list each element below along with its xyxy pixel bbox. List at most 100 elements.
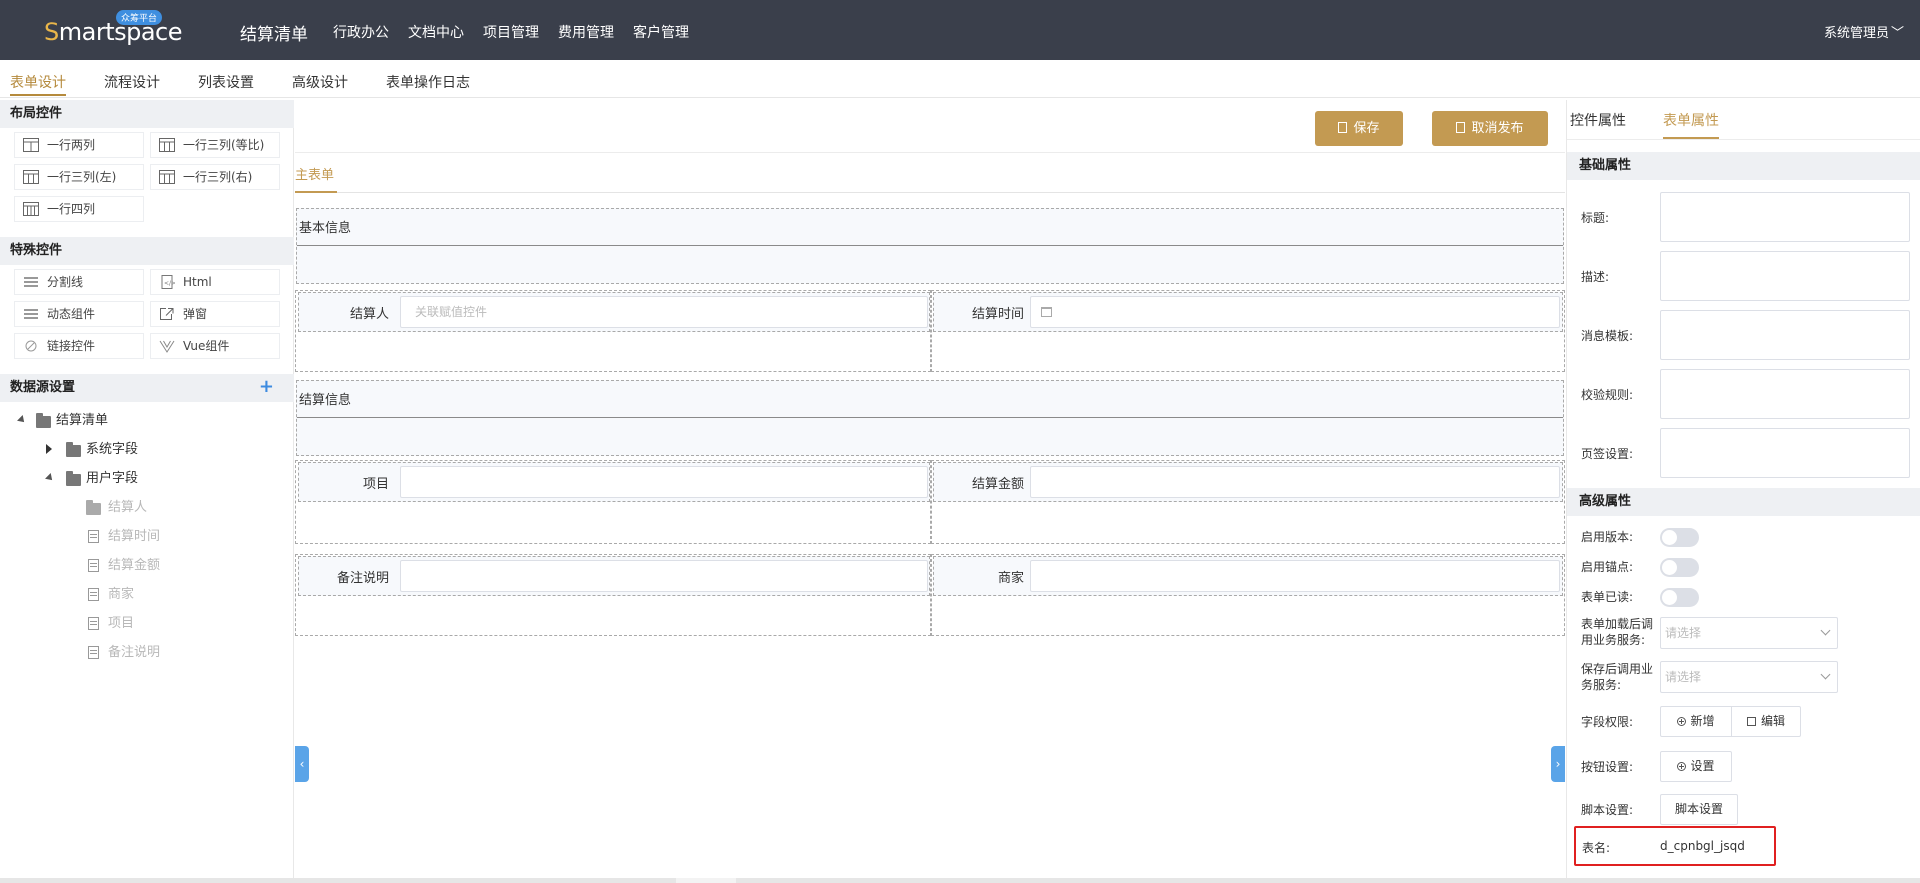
button-settings-button[interactable]: 设置 <box>1660 751 1732 782</box>
enable-version-toggle[interactable] <box>1660 528 1699 547</box>
group-title: 基本信息 <box>299 221 352 236</box>
control-divider[interactable]: 分割线 <box>14 269 144 295</box>
control-dynamic-component[interactable]: 动态组件 <box>14 301 144 327</box>
control-label: 弹窗 <box>183 307 208 321</box>
control-vue-component[interactable]: Vue组件 <box>150 333 280 359</box>
add-field-permission-button[interactable]: 新增 <box>1660 706 1732 737</box>
tab-flow-design[interactable]: 流程设计 <box>104 72 160 92</box>
plus-circle-icon <box>1677 717 1687 726</box>
layout-controls-header: 布局控件 <box>0 100 294 128</box>
field-settle-time[interactable]: 结算时间 <box>933 292 1563 332</box>
horizontal-scrollbar[interactable] <box>0 878 1920 883</box>
form-read-toggle[interactable] <box>1660 588 1699 607</box>
button-label: 取消发布 <box>1471 121 1524 136</box>
control-popup[interactable]: 弹窗 <box>150 301 280 327</box>
nav-item-docs[interactable]: 文档中心 <box>408 22 464 42</box>
nav-item-projects[interactable]: 项目管理 <box>483 22 539 42</box>
special-controls-header: 特殊控件 <box>0 237 294 265</box>
caret-expanded-icon[interactable] <box>17 415 27 425</box>
merchant-input[interactable] <box>1030 560 1560 592</box>
field-remark[interactable]: 备注说明 <box>298 556 930 596</box>
project-input[interactable] <box>400 466 928 498</box>
tab-advanced-design[interactable]: 高级设计 <box>292 72 348 92</box>
control-two-columns[interactable]: 一行两列 <box>14 132 144 158</box>
settle-time-datepicker[interactable] <box>1030 296 1560 328</box>
properties-panel: 控件属性 表单属性 基础属性 标题: 描述: 消息模板: 校验规则: 页签设置:… <box>1566 100 1920 883</box>
tab-main-form[interactable]: 主表单 <box>295 164 334 183</box>
prop-label: 启用版本: <box>1581 530 1634 544</box>
columns-icon <box>23 202 39 216</box>
field-label: 项目 <box>362 477 389 492</box>
message-template-field[interactable] <box>1660 310 1910 360</box>
tab-divider <box>295 192 1565 193</box>
validation-rules-field[interactable] <box>1660 369 1910 419</box>
group-title: 结算信息 <box>299 393 352 408</box>
group-basic-info[interactable]: 基本信息 <box>296 208 1564 284</box>
control-four-columns[interactable]: 一行四列 <box>14 196 144 222</box>
tab-control-properties[interactable]: 控件属性 <box>1570 110 1626 130</box>
field-merchant[interactable]: 商家 <box>933 556 1563 596</box>
edit-field-permission-button[interactable]: 编辑 <box>1731 706 1801 737</box>
save-service-select[interactable]: 请选择 <box>1660 661 1838 693</box>
collapse-left-panel-button[interactable]: ‹ <box>295 746 309 782</box>
amount-input[interactable] <box>1030 466 1560 498</box>
script-settings-button[interactable]: 脚本设置 <box>1660 794 1738 825</box>
basic-properties-header: 基础属性 <box>1567 152 1920 180</box>
settler-input[interactable]: 关联赋值控件 <box>400 296 928 328</box>
select-placeholder: 请选择 <box>1665 670 1702 684</box>
edit-icon <box>1746 717 1756 726</box>
control-three-columns-right[interactable]: 一行三列(右) <box>150 164 280 190</box>
chevron-down-icon <box>1820 669 1831 680</box>
prop-label: 页签设置: <box>1581 447 1634 461</box>
add-datasource-icon[interactable]: + <box>259 374 274 400</box>
tab-form-properties[interactable]: 表单属性 <box>1663 110 1719 130</box>
nav-item-customers[interactable]: 客户管理 <box>633 22 689 42</box>
field-label: 结算金额 <box>971 477 1024 492</box>
nav-item-expenses[interactable]: 费用管理 <box>558 22 614 42</box>
table-name-value: d_cpnbgl_jsqd <box>1660 839 1745 853</box>
group-settlement-info[interactable]: 结算信息 <box>296 380 1564 456</box>
user-menu[interactable]: 系统管理员 ﹀ <box>1824 22 1904 41</box>
caret-right-icon[interactable] <box>46 444 52 454</box>
field-label: 结算人 <box>349 307 389 322</box>
load-service-select[interactable]: 请选择 <box>1660 617 1838 649</box>
document-icon <box>88 646 99 659</box>
tab-list-settings[interactable]: 列表设置 <box>198 72 254 92</box>
control-label: 链接控件 <box>47 339 96 353</box>
tab-settings-field[interactable] <box>1660 428 1910 478</box>
remark-input[interactable] <box>400 560 928 592</box>
button-label: 新增 <box>1690 714 1715 728</box>
field-amount[interactable]: 结算金额 <box>933 462 1563 502</box>
control-label: 一行三列(右) <box>183 170 253 184</box>
scrollbar-thumb[interactable] <box>676 878 736 883</box>
title-field[interactable] <box>1660 192 1910 242</box>
tab-operation-log[interactable]: 表单操作日志 <box>386 72 470 92</box>
field-settler[interactable]: 结算人 关联赋值控件 <box>298 292 930 332</box>
save-button[interactable]: 保存 <box>1315 111 1403 146</box>
control-three-columns-equal[interactable]: 一行三列(等比) <box>150 132 280 158</box>
app-logo[interactable]: Smartspace 众筹平台 <box>44 10 183 50</box>
field-project[interactable]: 项目 <box>298 462 930 502</box>
prop-label: 保存后调用业务服务: <box>1581 662 1654 692</box>
nav-item-admin[interactable]: 行政办公 <box>333 22 389 42</box>
control-link[interactable]: 链接控件 <box>14 333 144 359</box>
enable-anchor-toggle[interactable] <box>1660 558 1699 577</box>
calendar-icon <box>1041 307 1052 317</box>
control-three-columns-left[interactable]: 一行三列(左) <box>14 164 144 190</box>
tab-form-design[interactable]: 表单设计 <box>10 72 66 96</box>
tab-underline <box>295 191 337 193</box>
folder-icon <box>66 471 81 486</box>
datasource-title: 数据源设置 <box>10 380 76 395</box>
description-field[interactable] <box>1660 251 1910 301</box>
prop-label: 消息模板: <box>1581 329 1634 343</box>
caret-expanded-icon[interactable] <box>45 473 55 483</box>
top-nav: 行政办公 文档中心 项目管理 费用管理 客户管理 <box>333 22 689 42</box>
folder-icon <box>36 413 51 428</box>
collapse-right-panel-button[interactable]: › <box>1551 746 1565 782</box>
control-html[interactable]: </> Html <box>150 269 280 295</box>
html-file-icon: </> <box>161 275 175 289</box>
tree-label: 结算时间 <box>108 529 161 544</box>
unpublish-button[interactable]: 取消发布 <box>1432 111 1548 146</box>
tree-label: 备注说明 <box>108 645 161 660</box>
app-title: 结算清单 <box>240 25 308 45</box>
